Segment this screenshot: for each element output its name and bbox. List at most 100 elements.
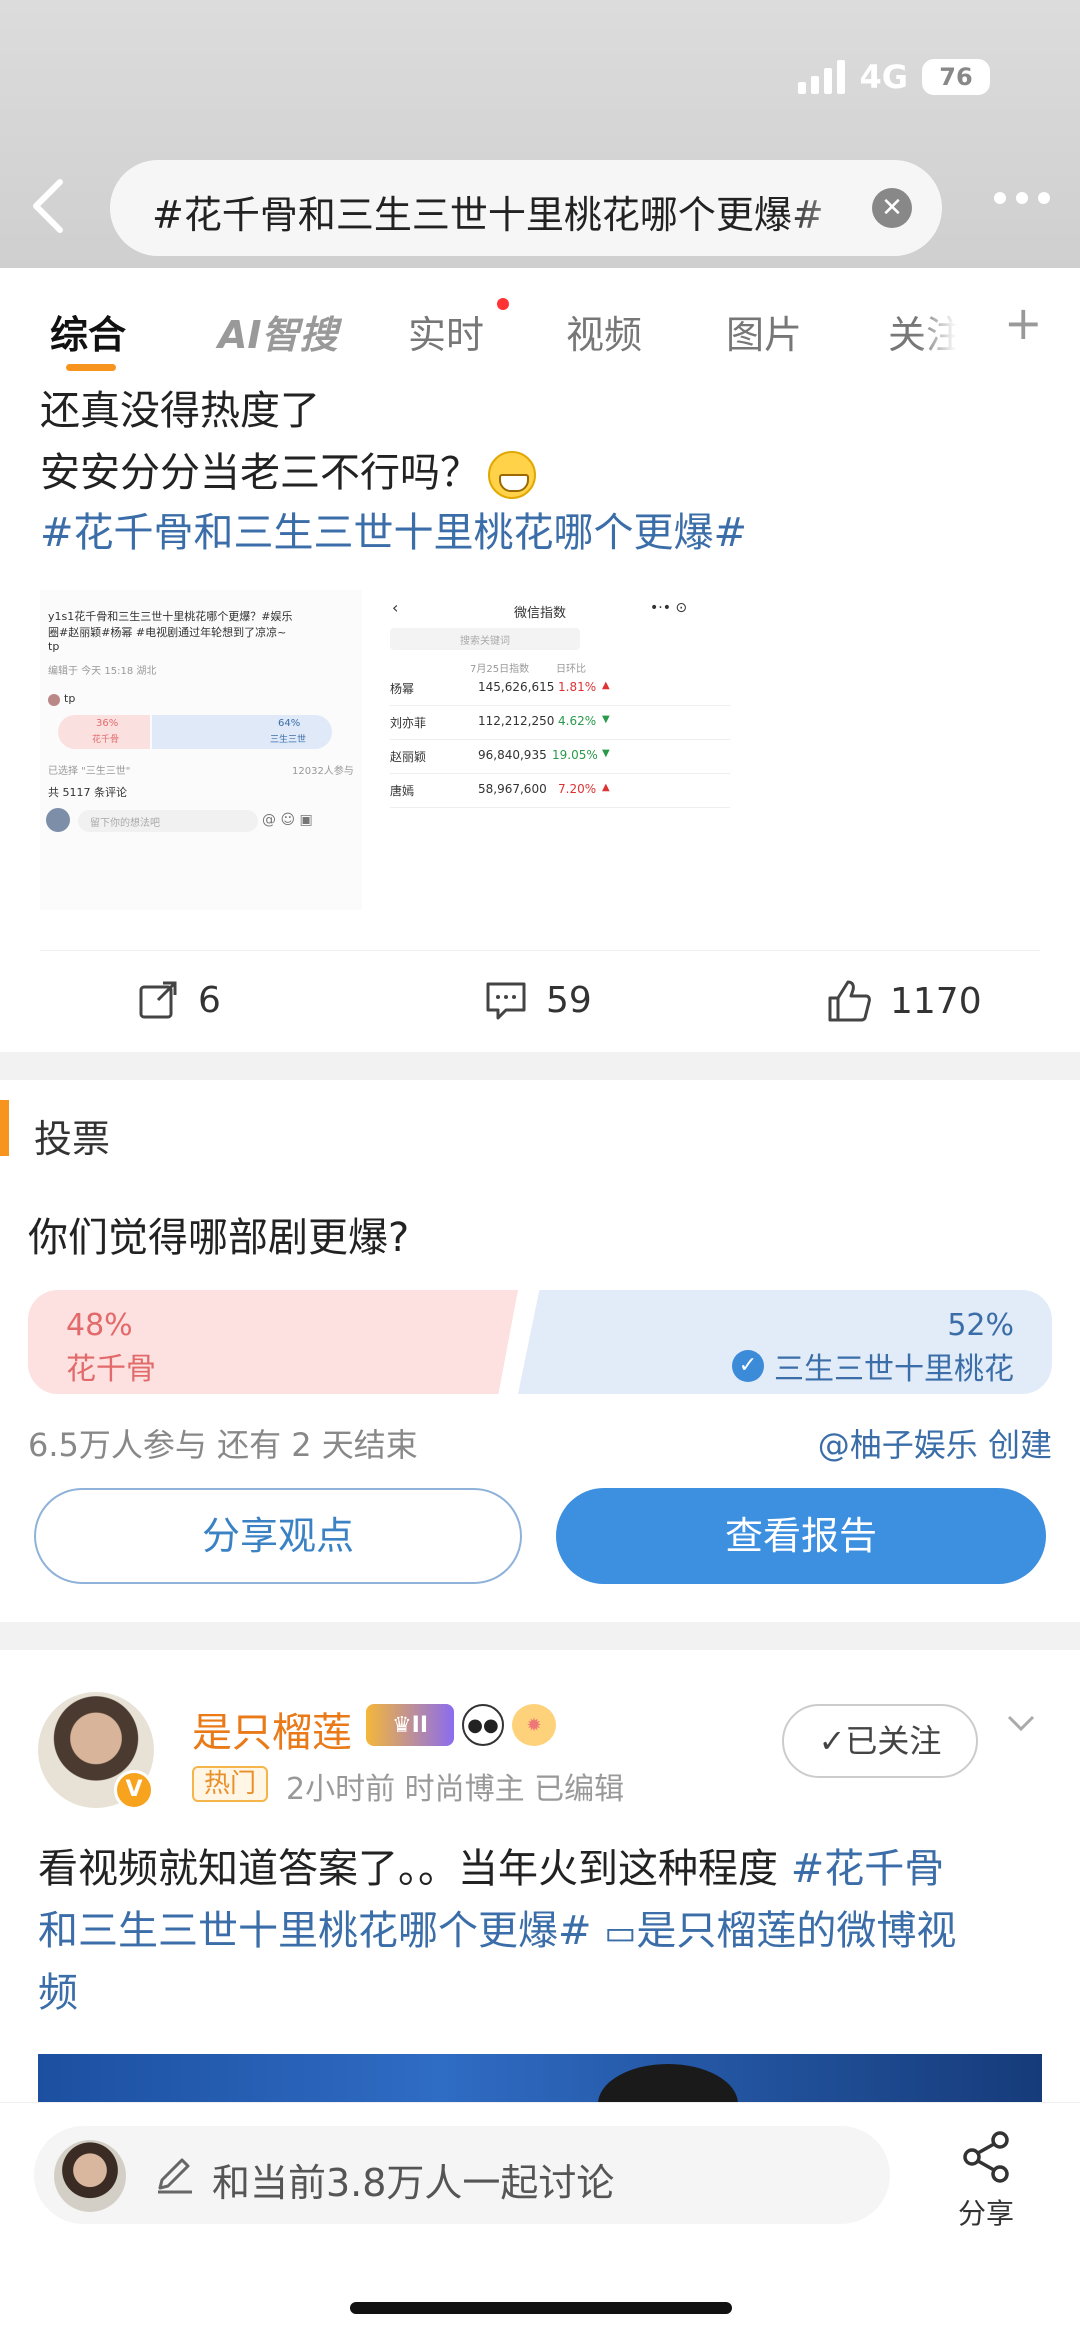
row-change: 4.62%: [558, 714, 597, 728]
check-icon: ✓: [732, 1350, 764, 1382]
add-tab-icon[interactable]: +: [1004, 296, 1043, 350]
row-name: 杨幂: [390, 682, 415, 696]
embed-row: 唐嫣 58,967,600 7.20% ▲: [390, 774, 730, 808]
hot-tag: 热门: [192, 1766, 269, 1802]
embed-input-placeholder: 留下你的想法吧: [90, 818, 160, 829]
tab-realtime[interactable]: 实时: [408, 304, 484, 359]
post-text-line: 安安分分当老三不行吗？: [40, 440, 536, 499]
video-link[interactable]: 是只榴莲的微博视: [636, 1908, 956, 1954]
pufferfish-icon: ✹: [512, 1704, 556, 1746]
tab-images[interactable]: 图片: [726, 304, 802, 359]
embed-toolbar-icons: @ ☺ ▣: [262, 812, 313, 828]
username[interactable]: 是只榴莲: [192, 1700, 352, 1758]
row-name: 赵丽颖: [390, 750, 427, 764]
battery-icon: 76: [922, 59, 990, 95]
level-label: II: [411, 1712, 429, 1738]
creator-suffix: 创建: [977, 1426, 1052, 1464]
share-label[interactable]: 分享: [958, 2192, 1014, 2232]
clear-icon[interactable]: ✕: [872, 188, 912, 228]
view-report-button[interactable]: 查看报告: [556, 1488, 1046, 1584]
panda-icon: ●●: [462, 1704, 504, 1746]
user-badges: ♛ II ●● ✹: [366, 1704, 556, 1746]
search-input[interactable]: #花千骨和三生三世十里桃花哪个更爆# ✕: [110, 160, 942, 256]
verified-badge-icon: V: [114, 1770, 154, 1810]
share-opinion-button[interactable]: 分享观点: [34, 1488, 522, 1584]
tab-comprehensive[interactable]: 综合: [50, 304, 126, 359]
post-text-line: 还真没得热度了: [40, 388, 320, 434]
creator-link[interactable]: @柚子娱乐: [818, 1426, 978, 1464]
home-indicator[interactable]: [350, 2302, 732, 2314]
embed-row: 赵丽颖 96,840,935 19.05% ▼: [390, 740, 730, 774]
row-change: 7.20%: [558, 782, 597, 796]
post-actions: 6 59 1170: [0, 950, 1080, 1050]
poll-option-a-percent: 48%: [66, 1308, 133, 1343]
poll-creator: @柚子娱乐 创建: [818, 1420, 1052, 1466]
topic-link[interactable]: 和三生三世十里桃花哪个更爆#: [38, 1908, 604, 1954]
embed-search-placeholder: 搜索关键词: [460, 636, 510, 647]
comment-count: 59: [546, 979, 592, 1021]
up-arrow-icon: ▲: [602, 782, 610, 793]
poll-question: 你们觉得哪部剧更爆?: [28, 1215, 410, 1261]
post-text-line: 和三生三世十里桃花哪个更爆# ▭是只榴莲的微博视: [38, 1898, 956, 1956]
like-count: 1170: [890, 980, 982, 1022]
row-value: 145,626,615: [478, 680, 555, 694]
embed-meta: 编辑于 今天 15:18 湖北: [48, 666, 157, 677]
topic-link[interactable]: #花千骨: [791, 1846, 945, 1892]
repost-button[interactable]: 6: [136, 978, 221, 1022]
tab-following[interactable]: 关注: [888, 304, 964, 359]
top-header: 4G 76 #花千骨和三生三世十里桃花哪个更爆# ✕: [0, 0, 1080, 268]
embed-title: 微信指数: [514, 606, 567, 621]
avatar: [48, 694, 60, 706]
up-arrow-icon: ▲: [602, 680, 610, 691]
row-name: 唐嫣: [390, 784, 415, 798]
embed-opt-b-pct: 64%: [278, 718, 301, 729]
notification-dot: [497, 298, 509, 310]
embed-more-icon: •·• ⊙: [650, 600, 688, 616]
poll-option-b-percent: 52%: [947, 1308, 1014, 1343]
chevron-down-icon[interactable]: [1006, 1708, 1036, 1738]
poll-option-a-label: 花千骨: [66, 1352, 156, 1387]
embed-opt-a-lbl: 花千骨: [92, 735, 120, 745]
network-type: 4G: [859, 58, 908, 96]
post-text: 看视频就知道答案了。。当年火到这种程度: [38, 1846, 791, 1892]
comment-button[interactable]: 59: [484, 978, 592, 1022]
row-value: 58,967,600: [478, 782, 547, 796]
post-meta: 2小时前 时尚博主 已编辑: [286, 1772, 625, 1807]
embed-opt-b-lbl: 三生三世: [270, 735, 307, 745]
follow-button[interactable]: ✓已关注: [782, 1704, 978, 1778]
poll-meta: 6.5万人参与 还有 2 天结束: [28, 1426, 418, 1464]
discuss-input[interactable]: 和当前3.8万人一起讨论: [34, 2126, 890, 2224]
post-image[interactable]: y1s1花千骨和三生三世十里桃花哪个更爆？#娱乐 圈#赵丽颖#杨幂 #电视剧通过…: [40, 590, 1040, 910]
poll-header: 投票: [34, 1117, 111, 1161]
embed-user: tp: [64, 692, 76, 705]
row-value: 112,212,250: [478, 714, 555, 728]
back-icon[interactable]: [26, 178, 70, 234]
embedded-poll-screenshot: y1s1花千骨和三生三世十里桃花哪个更爆？#娱乐 圈#赵丽颖#杨幂 #电视剧通过…: [40, 590, 362, 910]
poll-option-b-label-wrap: ✓ 三生三世十里桃花: [732, 1344, 1014, 1388]
post-text: 安安分分当老三不行吗？: [40, 450, 480, 496]
share-icon[interactable]: [960, 2130, 1014, 2184]
poll-option-b-label: 三生三世十里桃花: [774, 1352, 1014, 1387]
video-link-icon: ▭: [604, 1913, 637, 1953]
embed-opt-a-pct: 36%: [96, 718, 119, 729]
down-arrow-icon: ▼: [602, 748, 610, 759]
topic-link[interactable]: #花千骨和三生三世十里桃花哪个更爆#: [40, 500, 747, 558]
embed-back-icon: ‹: [392, 598, 399, 617]
tab-video[interactable]: 视频: [566, 304, 642, 359]
repost-icon: [139, 981, 177, 1019]
signal-icon: [798, 60, 846, 94]
poll-accent-bar: [0, 1100, 9, 1156]
section-divider: [0, 1052, 1080, 1080]
more-icon[interactable]: [994, 192, 1050, 204]
tab-ai-search[interactable]: AI智搜: [218, 304, 338, 359]
grin-emoji-icon: [488, 451, 536, 499]
embed-participants: 12032人参与: [292, 766, 354, 777]
tab-bar: 综合 AI智搜 实时 视频 图片 关注 +: [0, 268, 1080, 371]
discuss-placeholder: 和当前3.8万人一起讨论: [212, 2161, 615, 2205]
embed-row: 刘亦菲 112,212,250 4.62% ▼: [390, 706, 730, 740]
search-query[interactable]: #花千骨和三生三世十里桃花哪个更爆#: [152, 184, 872, 239]
like-icon: [828, 980, 871, 1022]
video-link[interactable]: 频: [38, 1960, 78, 2018]
embed-comments: 共 5117 条评论: [48, 786, 127, 799]
like-button[interactable]: 1170: [826, 978, 982, 1024]
